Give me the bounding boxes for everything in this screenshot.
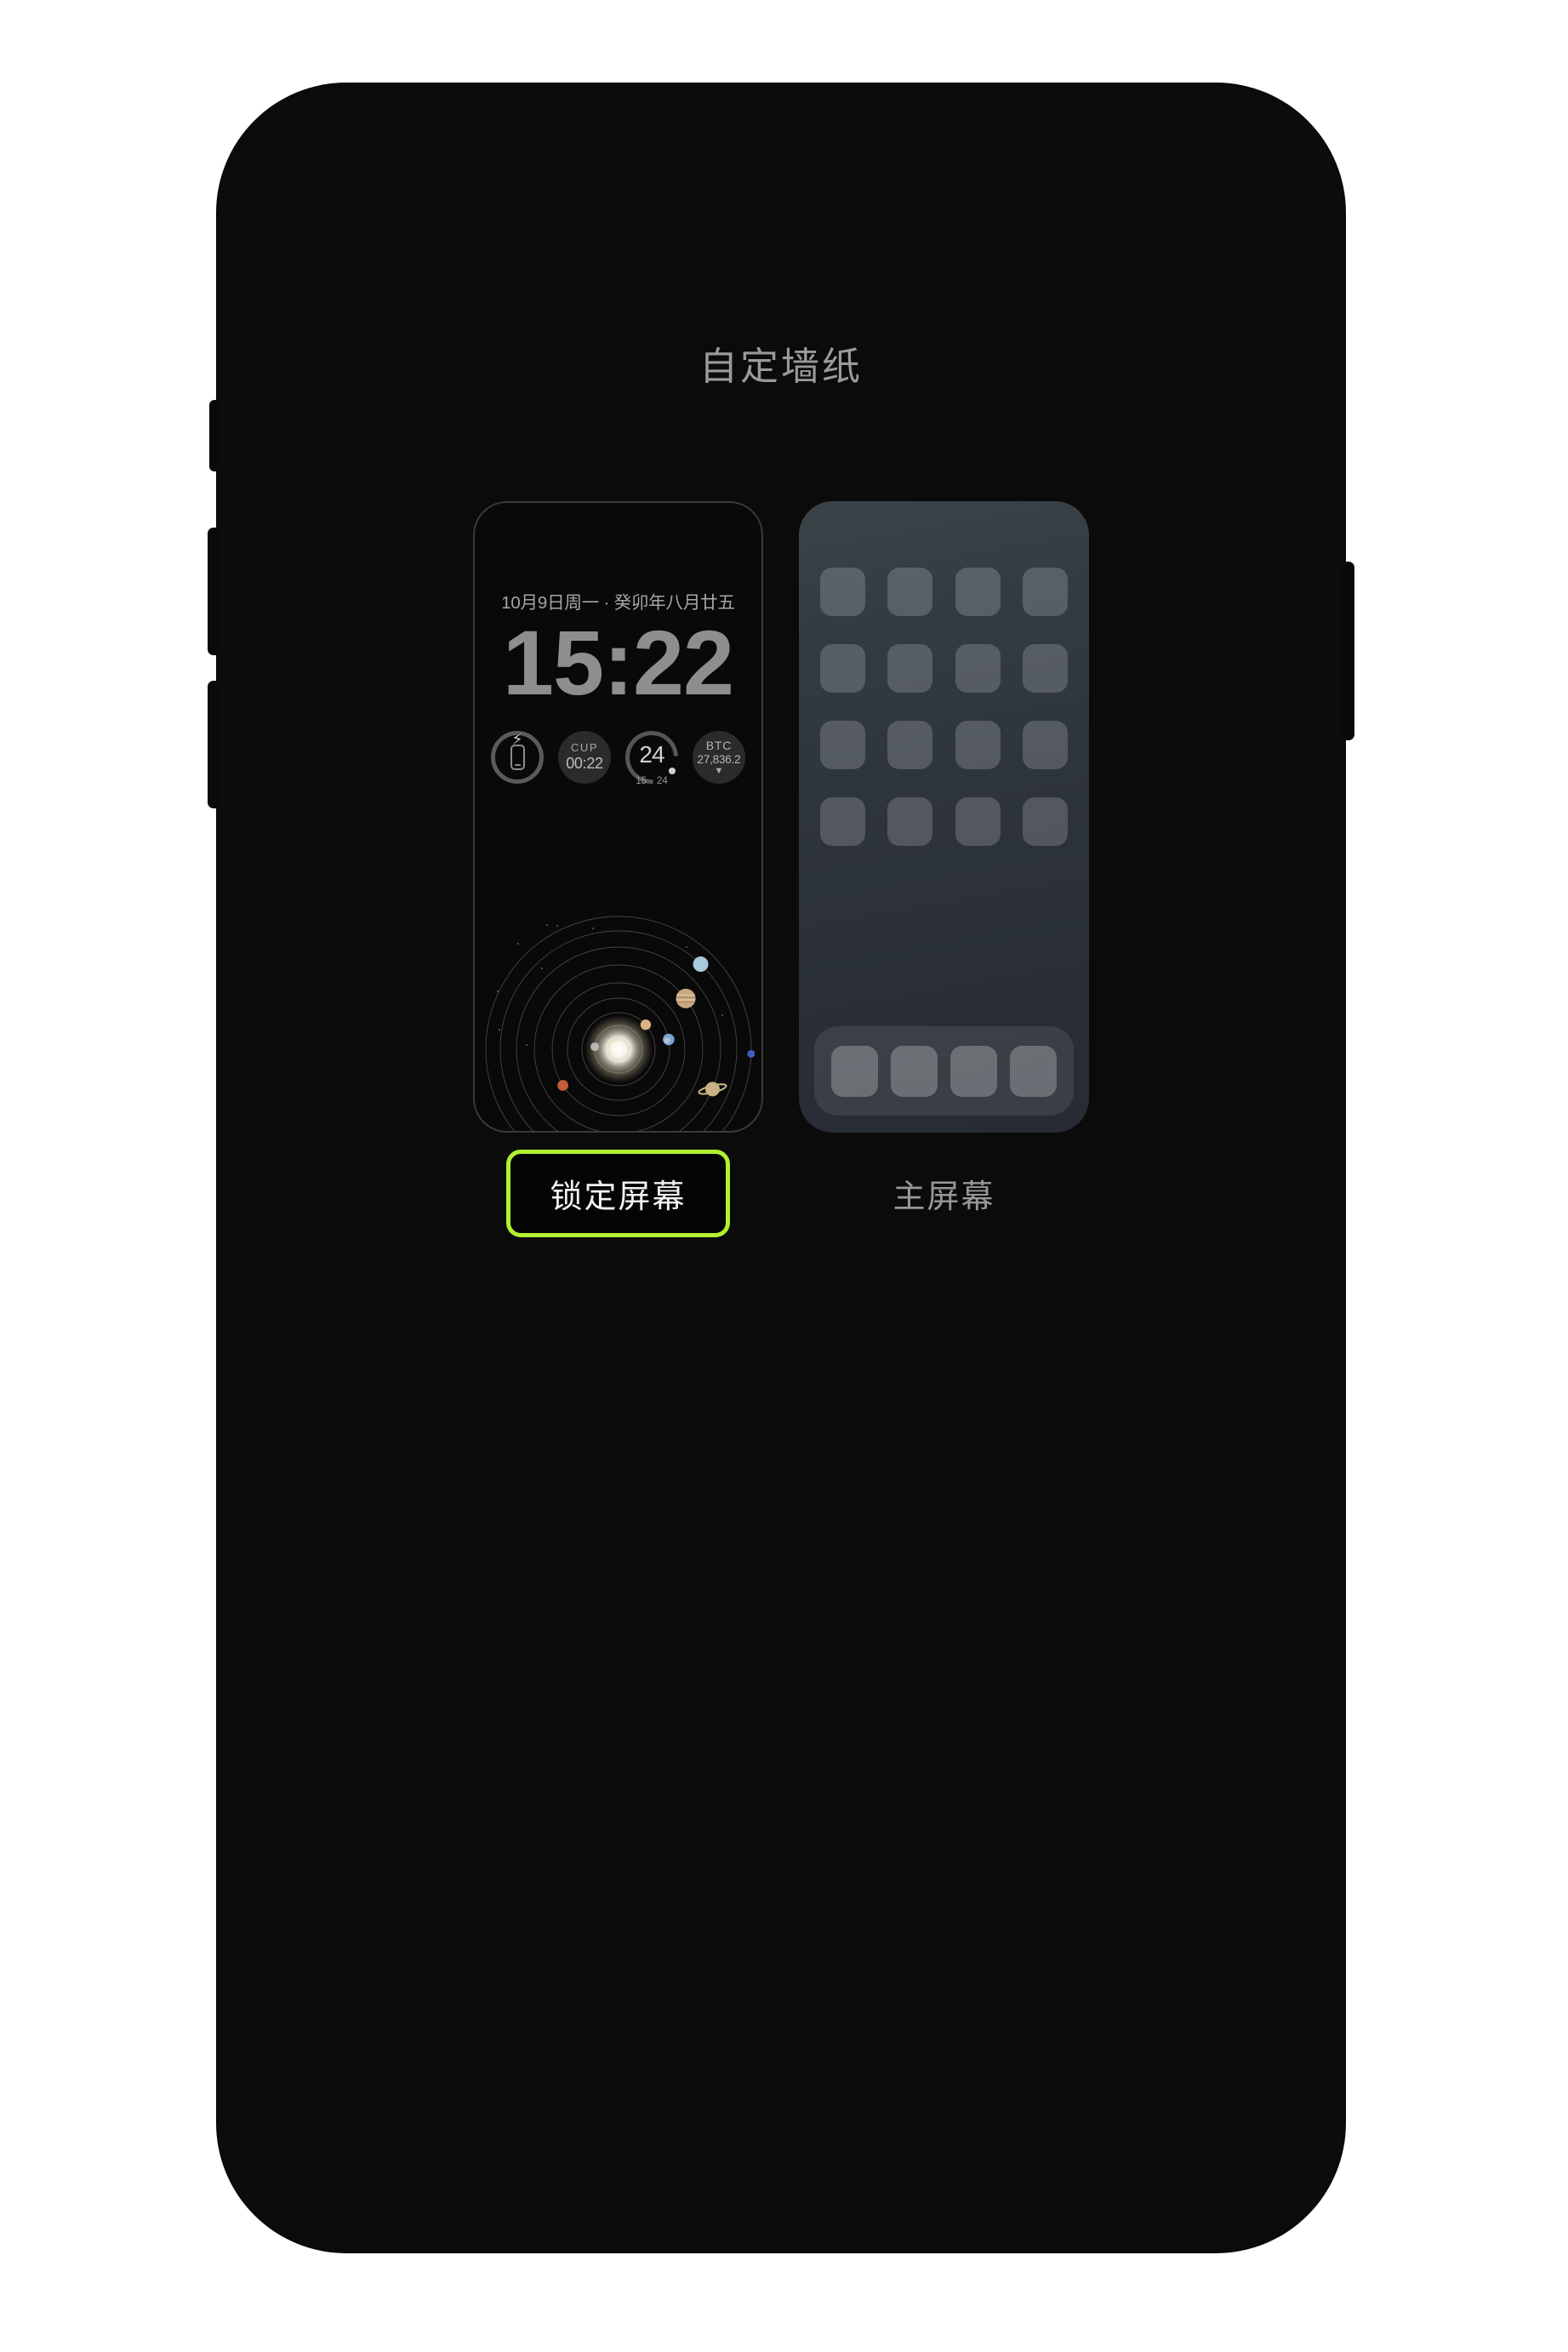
widget-temperature-gauge[interactable]: 24 15 24 (614, 720, 689, 795)
power-button[interactable] (1341, 562, 1354, 740)
cup-value: 00:22 (566, 754, 603, 772)
app-icon-placeholder[interactable] (887, 644, 933, 693)
planet-earth (662, 1033, 675, 1046)
sun (607, 1037, 630, 1061)
jupiter-band (676, 996, 696, 999)
app-icon-placeholder[interactable] (887, 721, 933, 769)
app-icon-placeholder[interactable] (955, 568, 1001, 616)
planet-body (676, 988, 696, 1008)
app-icon-placeholder[interactable] (955, 644, 1001, 693)
planet-uranus (693, 956, 709, 973)
lock-screen-tab[interactable]: 锁定屏幕 (506, 1149, 730, 1237)
star (556, 925, 558, 927)
lightning-bolt-icon: ⚡ (511, 731, 523, 749)
jupiter-band (676, 1001, 695, 1003)
widget-cup-timer[interactable]: CUP 00:22 (558, 731, 611, 784)
star (516, 943, 519, 945)
app-icon-placeholder[interactable] (1022, 721, 1068, 769)
dock-icon-placeholder[interactable] (1010, 1045, 1058, 1097)
phone-screen: 自定墙纸 10月9日周一 · 癸卯年八月廿五 15:22 ⚡ CUP 00:22… (231, 97, 1331, 2239)
silent-switch-button[interactable] (209, 400, 221, 471)
solar-system-wallpaper (482, 913, 755, 1131)
earth-landmass (664, 1037, 670, 1044)
home-screen-column: 主屏幕 (799, 501, 1089, 1230)
btc-down-arrow-icon: ▼ (714, 765, 724, 776)
star (496, 990, 499, 992)
planet-body (640, 1019, 651, 1030)
lock-screen-preview[interactable]: 10月9日周一 · 癸卯年八月廿五 15:22 ⚡ CUP 00:22 24 1… (473, 501, 763, 1133)
star (545, 924, 548, 926)
app-icon-placeholder[interactable] (955, 721, 1001, 769)
planet-neptune (746, 1049, 755, 1058)
star (721, 1014, 723, 1016)
phone-frame: 自定墙纸 10月9日周一 · 癸卯年八月廿五 15:22 ⚡ CUP 00:22… (208, 85, 1354, 2251)
star (685, 946, 687, 948)
btc-label: BTC (705, 738, 733, 752)
app-icon-placeholder[interactable] (887, 797, 933, 846)
dock-icon-placeholder[interactable] (830, 1045, 878, 1097)
planet-mercury (590, 1042, 599, 1052)
wallpaper-preview-row: 10月9日周一 · 癸卯年八月廿五 15:22 ⚡ CUP 00:22 24 1… (231, 501, 1331, 1237)
home-screen-dock (814, 1026, 1074, 1116)
planet-body (590, 1042, 599, 1052)
dock-icon-placeholder[interactable] (950, 1045, 998, 1097)
widget-battery-charging[interactable]: ⚡ (491, 731, 544, 784)
app-icon-placeholder[interactable] (820, 644, 866, 693)
jupiter-band (676, 999, 695, 1001)
gauge-indicator-dot (669, 768, 676, 774)
temperature-scale: 15 24 (625, 776, 678, 786)
planet-saturn (697, 1082, 727, 1097)
app-icon-placeholder[interactable] (820, 568, 866, 616)
temperature-high: 24 (657, 776, 668, 786)
app-icon-placeholder[interactable] (887, 568, 933, 616)
btc-value: 27,836.2 (697, 752, 741, 766)
planet-body (693, 956, 709, 973)
planet-group (556, 956, 755, 1097)
planet-jupiter (676, 988, 696, 1008)
temperature-low: 15 (636, 776, 647, 786)
star (498, 1029, 500, 1030)
page-title: 自定墙纸 (698, 345, 863, 388)
widget-bitcoin-price[interactable]: BTC 27,836.2 ▼ (693, 731, 745, 784)
star (591, 928, 594, 929)
planet-body (704, 1082, 720, 1097)
planet-venus (640, 1019, 651, 1030)
volume-up-button[interactable] (208, 528, 221, 655)
app-icon-placeholder[interactable] (955, 797, 1001, 846)
planet-mars (556, 1080, 568, 1091)
app-icon-placeholder[interactable] (820, 721, 866, 769)
planet-body (556, 1080, 568, 1091)
planet-body (746, 1049, 755, 1058)
lock-screen-clock: 15:22 (502, 611, 734, 714)
app-icon-placeholder[interactable] (1022, 797, 1068, 846)
volume-down-button[interactable] (208, 681, 221, 808)
jupiter-band (676, 994, 695, 996)
lock-screen-column: 10月9日周一 · 癸卯年八月廿五 15:22 ⚡ CUP 00:22 24 1… (473, 501, 763, 1237)
app-icon-placeholder[interactable] (1022, 644, 1068, 693)
home-screen-label-row: 主屏幕 (892, 1156, 995, 1230)
home-screen-label: 主屏幕 (892, 1179, 995, 1215)
cup-label: CUP (570, 740, 599, 754)
lock-screen-label-row: 锁定屏幕 (506, 1149, 730, 1237)
app-icon-placeholder[interactable] (1022, 568, 1068, 616)
dock-icon-placeholder[interactable] (890, 1045, 938, 1097)
star (540, 968, 543, 969)
app-icon-placeholder[interactable] (820, 797, 866, 846)
home-screen-preview[interactable] (799, 501, 1089, 1133)
star (525, 1044, 527, 1046)
lock-screen-widget-row: ⚡ CUP 00:22 24 15 24 BTC 27,836.2 ▼ (475, 720, 761, 795)
home-screen-app-grid (818, 568, 1070, 846)
lock-screen-label: 锁定屏幕 (550, 1179, 687, 1215)
